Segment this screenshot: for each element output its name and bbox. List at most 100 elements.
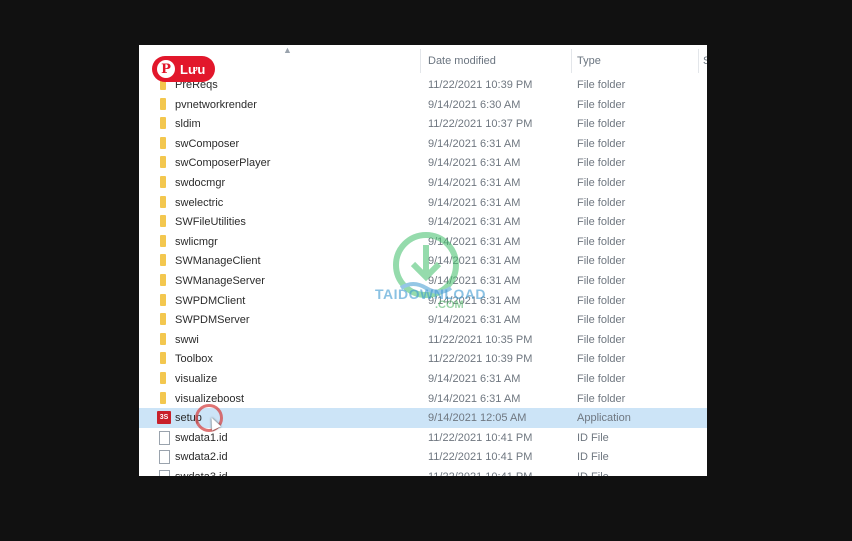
file-explorer-window: ▲ Date modified Type S PreReqs 11/22/2021… (139, 45, 707, 476)
file-date-modified: 9/14/2021 6:31 AM (428, 196, 521, 209)
file-type: File folder (577, 118, 626, 131)
file-icon (159, 450, 170, 465)
folder-icon (160, 136, 166, 149)
file-name: swdata3.id (175, 471, 228, 476)
folder-icon (160, 195, 166, 208)
file-name: SWFileUtilities (175, 216, 246, 229)
file-name: swwi (175, 333, 199, 346)
file-row[interactable]: pvnetworkrender 9/14/2021 6:30 AM File fol… (139, 95, 707, 115)
file-name: pvnetworkrender (175, 98, 257, 111)
folder-icon (160, 117, 166, 130)
file-row[interactable]: visualize 9/14/2021 6:31 AM File folder (139, 369, 707, 389)
file-row[interactable]: swdocmgr 9/14/2021 6:31 AM File folder (139, 173, 707, 193)
file-type: ID File (577, 471, 609, 476)
file-name: SWPDMClient (175, 294, 246, 307)
file-name: SWManageServer (175, 274, 265, 287)
file-name: sldim (175, 118, 201, 131)
file-row[interactable]: swelectric 9/14/2021 6:31 AM File folder (139, 193, 707, 213)
solidworks-setup-icon: 3S (157, 411, 171, 425)
file-type: File folder (577, 137, 626, 150)
file-name: visualize (175, 372, 218, 385)
file-date-modified: 11/22/2021 10:39 PM (428, 353, 533, 366)
folder-icon (160, 215, 166, 228)
folder-icon (160, 273, 166, 286)
file-date-modified: 11/22/2021 10:41 PM (428, 431, 533, 444)
file-date-modified: 9/14/2021 6:31 AM (428, 392, 521, 405)
file-date-modified: 11/22/2021 10:37 PM (428, 118, 533, 131)
file-row[interactable]: SWPDMServer 9/14/2021 6:31 AM File folder (139, 310, 707, 330)
column-header-bar: ▲ Date modified Type S (139, 45, 707, 75)
file-row[interactable]: swlicmgr 9/14/2021 6:31 AM File folder (139, 232, 707, 252)
pinterest-logo-icon: P (157, 60, 175, 78)
file-name: Toolbox (175, 353, 213, 366)
file-row[interactable]: swdata2.id 11/22/2021 10:41 PM ID File (139, 447, 707, 467)
file-name: swdata2.id (175, 451, 228, 464)
file-type: File folder (577, 392, 626, 405)
file-name: swelectric (175, 196, 224, 209)
file-date-modified: 9/14/2021 12:05 AM (428, 412, 527, 425)
file-type: File folder (577, 196, 626, 209)
file-date-modified: 11/22/2021 10:41 PM (428, 451, 533, 464)
file-row[interactable]: swdata3.id 11/22/2021 10:41 PM ID File (139, 467, 707, 476)
file-row[interactable]: swwi 11/22/2021 10:35 PM File folder (139, 330, 707, 350)
sort-up-icon[interactable]: ▲ (283, 45, 292, 55)
file-icon (159, 469, 170, 476)
file-type: File folder (577, 176, 626, 189)
file-type: File folder (577, 216, 626, 229)
file-row[interactable]: Toolbox 11/22/2021 10:39 PM File folder (139, 349, 707, 369)
folder-icon (160, 156, 166, 169)
column-header-size[interactable]: S (703, 55, 707, 67)
file-row[interactable]: visualizeboost 9/14/2021 6:31 AM File fold… (139, 389, 707, 409)
file-type: File folder (577, 353, 626, 366)
file-name: visualizeboost (175, 392, 245, 405)
file-name: SWManageClient (175, 255, 261, 268)
file-date-modified: 9/14/2021 6:31 AM (428, 314, 521, 327)
column-header-date-modified[interactable]: Date modified (428, 55, 496, 67)
file-date-modified: 9/14/2021 6:31 AM (428, 157, 521, 170)
file-type: File folder (577, 314, 626, 327)
file-date-modified: 9/14/2021 6:31 AM (428, 137, 521, 150)
file-name: swComposerPlayer (175, 157, 271, 170)
file-type: File folder (577, 157, 626, 170)
watermark-text: TAIDOWNLOAD (375, 286, 486, 302)
folder-icon (160, 371, 166, 384)
file-name: swdocmgr (175, 176, 226, 189)
folder-icon (160, 97, 166, 110)
file-type: File folder (577, 235, 626, 248)
file-date-modified: 9/14/2021 6:31 AM (428, 255, 521, 268)
file-date-modified: 9/14/2021 6:30 AM (428, 98, 521, 111)
file-type: File folder (577, 274, 626, 287)
file-name: swlicmgr (175, 235, 218, 248)
folder-icon (160, 234, 166, 247)
file-row[interactable]: sldim 11/22/2021 10:37 PM File folder (139, 114, 707, 134)
file-row[interactable]: SWFileUtilities 9/14/2021 6:31 AM File fol… (139, 212, 707, 232)
file-date-modified: 9/14/2021 6:31 AM (428, 372, 521, 385)
file-date-modified: 11/22/2021 10:39 PM (428, 79, 533, 91)
file-date-modified: 9/14/2021 6:31 AM (428, 216, 521, 229)
folder-icon (160, 254, 166, 267)
file-icon (159, 430, 170, 445)
file-name: SWPDMServer (175, 314, 250, 327)
file-type: ID File (577, 451, 609, 464)
file-row[interactable]: SWManageClient 9/14/2021 6:31 AM File fold… (139, 251, 707, 271)
file-type: File folder (577, 98, 626, 111)
watermark-subtext: .COM (435, 299, 464, 311)
file-row[interactable]: PreReqs 11/22/2021 10:39 PM File folder (139, 75, 707, 95)
folder-icon (160, 391, 166, 404)
file-name: swComposer (175, 137, 240, 150)
file-row[interactable]: swComposer 9/14/2021 6:31 AM File folder (139, 134, 707, 154)
file-type: File folder (577, 79, 626, 91)
folder-icon (160, 293, 166, 306)
file-type: Application (577, 412, 631, 425)
column-divider[interactable] (698, 49, 699, 73)
file-row[interactable]: swdata1.id 11/22/2021 10:41 PM ID File (139, 428, 707, 448)
column-header-type[interactable]: Type (577, 55, 601, 67)
pinterest-save-button[interactable]: P Lưu (152, 56, 215, 82)
column-divider[interactable] (571, 49, 572, 73)
column-divider[interactable] (420, 49, 421, 73)
file-row[interactable]: swComposerPlayer 9/14/2021 6:31 AM File fo… (139, 153, 707, 173)
file-row[interactable]: 3S setup 9/14/2021 12:05 AM Application (139, 408, 707, 428)
folder-icon (160, 332, 166, 345)
file-list: PreReqs 11/22/2021 10:39 PM File folder pvn… (139, 75, 707, 476)
file-type: ID File (577, 431, 609, 444)
